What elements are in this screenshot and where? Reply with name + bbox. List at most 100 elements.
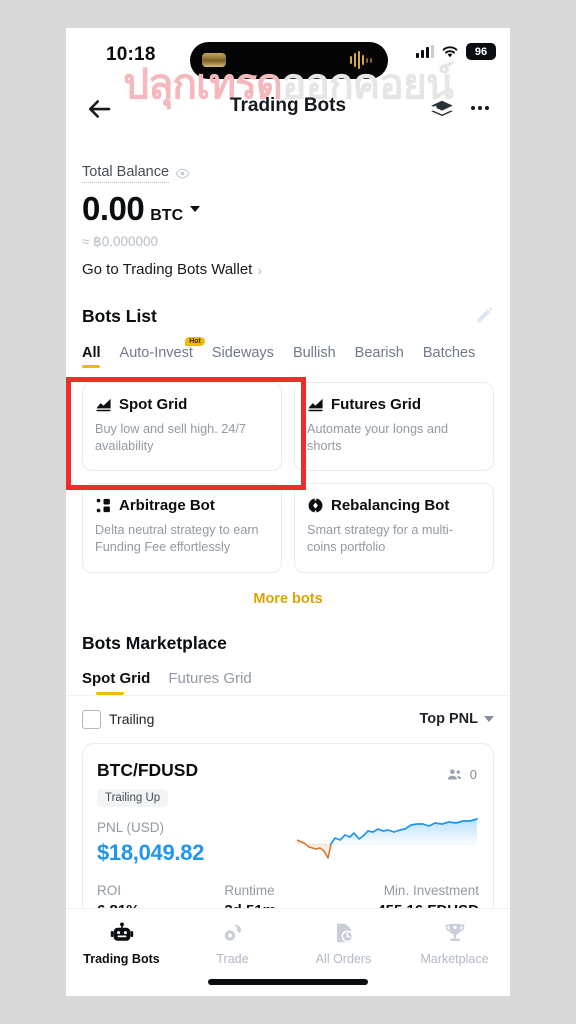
wifi-icon (442, 45, 458, 57)
nav-label: Trade (216, 952, 249, 966)
trailing-filter[interactable]: Trailing (82, 709, 154, 729)
arbitrage-bot-icon (96, 498, 110, 513)
bots-list-title: Bots List (82, 306, 157, 326)
bot-card-head: Spot Grid (95, 396, 269, 413)
bot-card-spot-grid[interactable]: Spot Grid Buy low and sell high. 24/7 av… (82, 382, 282, 472)
island-waveform-icon (350, 51, 372, 69)
more-bots-button[interactable]: More bots (66, 591, 510, 607)
nav-label: All Orders (315, 952, 372, 966)
trade-icon (224, 924, 241, 941)
pnl-sparkline-chart (296, 817, 478, 859)
trophy-icon (445, 924, 464, 941)
bot-card-head: Futures Grid (307, 396, 481, 413)
marketplace-tab-label: Futures Grid (168, 669, 252, 687)
users-icon (447, 768, 461, 780)
bot-tab-label: Auto-Invest (119, 345, 193, 361)
bot-tab-all[interactable]: All (82, 345, 101, 368)
nav-label: Marketplace (420, 952, 489, 966)
bots-list-tabs: All Auto-Invest Hot Sideways Bullish Bea… (82, 337, 494, 368)
bot-card-desc: Delta neutral strategy to earn Funding F… (95, 523, 259, 555)
bot-tab-sideways[interactable]: Sideways (212, 345, 274, 368)
bot-card-title: Rebalancing Bot (331, 497, 450, 515)
cellular-signal-icon (416, 45, 434, 58)
bot-tab-label: Batches (422, 345, 476, 361)
hot-badge: Hot (185, 337, 205, 346)
balance-amount: 0.00 (82, 190, 145, 227)
eye-icon[interactable] (175, 166, 190, 181)
bot-pair: BTC/FDUSD (97, 759, 199, 780)
spot-grid-icon (96, 398, 111, 412)
more-options-icon[interactable] (466, 94, 494, 122)
bots-list-section: Bots List All Auto-Invest Hot Sideways B… (66, 278, 510, 368)
bot-card-title: Arbitrage Bot (119, 497, 215, 515)
wallet-link[interactable]: Go to Trading Bots Wallet › (82, 261, 494, 278)
status-indicators: 96 (416, 43, 496, 60)
nav-item-trade[interactable]: Trade (177, 921, 288, 966)
bots-marketplace-section: Bots Marketplace Spot Grid Futures Grid (66, 607, 510, 695)
bot-card-desc: Smart strategy for a multi-coins portfol… (307, 523, 453, 555)
bot-tab-bullish[interactable]: Bullish (293, 345, 336, 368)
screenshot-root: 10:18 96 ปลุกเทรดออกคอยน์ Trading Bots T… (0, 0, 576, 1024)
dynamic-island (190, 42, 388, 79)
nav-item-trading-bots[interactable]: Trading Bots (66, 921, 177, 966)
marketplace-tab-label: Spot Grid (82, 669, 151, 687)
bot-tab-label: All (82, 345, 101, 361)
bot-tab-auto-invest[interactable]: Auto-Invest Hot (119, 337, 205, 368)
edit-pencil-icon[interactable] (474, 304, 494, 324)
chevron-right-icon: › (257, 261, 263, 278)
bot-card-title: Futures Grid (331, 396, 422, 413)
island-activity-icon (202, 53, 226, 67)
sort-label: Top PNL (419, 711, 478, 728)
nav-label: Trading Bots (83, 952, 160, 966)
home-indicator (208, 979, 368, 985)
bottom-nav-items: Trading Bots Trade All Orders Marketplac… (66, 909, 510, 966)
nav-item-marketplace[interactable]: Marketplace (399, 921, 510, 966)
bot-card-arbitrage-bot[interactable]: Arbitrage Bot Delta neutral strategy to … (82, 483, 282, 573)
bot-card-futures-grid[interactable]: Futures Grid Automate your longs and sho… (294, 382, 494, 472)
bot-card-desc: Buy low and sell high. 24/7 availability (95, 422, 246, 454)
bot-tab-label: Bearish (354, 345, 404, 361)
battery-icon: 96 (466, 43, 496, 60)
rebalancing-bot-icon (308, 497, 323, 515)
status-clock: 10:18 (106, 44, 156, 65)
marketplace-bot-card[interactable]: BTC/FDUSD Trailing Up 0 PNL (USD) $18,04… (82, 742, 494, 934)
status-bar: 10:18 96 (66, 28, 510, 86)
marketplace-title: Bots Marketplace (82, 632, 227, 653)
marketplace-tab-spot-grid[interactable]: Spot Grid (82, 670, 150, 695)
stat-label: ROI (97, 882, 122, 898)
chevron-down-icon (484, 716, 494, 723)
balance-approx: ≈ ฿0.000000 (82, 234, 159, 249)
robot-icon (110, 922, 133, 941)
status-badge: Trailing Up (97, 788, 169, 807)
trailing-checkbox[interactable] (82, 709, 101, 729)
phone-screen: 10:18 96 ปลุกเทรดออกคอยน์ Trading Bots T… (66, 28, 510, 996)
balance-label-row: Total Balance (82, 164, 494, 183)
bot-tab-batches[interactable]: Batches (423, 345, 475, 368)
stat-label: Runtime (224, 882, 275, 898)
wallet-link-label: Go to Trading Bots Wallet (82, 261, 253, 278)
bot-tab-bearish[interactable]: Bearish (355, 345, 404, 368)
stat-label: Min. Investment (383, 882, 479, 898)
chevron-down-icon[interactable] (190, 206, 201, 212)
sort-dropdown[interactable]: Top PNL (419, 711, 494, 727)
bot-card-head: Rebalancing Bot (307, 497, 481, 515)
copiers-count: 0 (469, 766, 477, 782)
bot-card-title: Spot Grid (119, 396, 188, 413)
marketplace-tabs: Spot Grid Futures Grid (82, 670, 494, 695)
bottom-navigation: Trading Bots Trade All Orders Marketplac… (66, 908, 510, 996)
bot-card-desc: Automate your longs and shorts (307, 422, 449, 454)
bot-card-head: Arbitrage Bot (95, 497, 269, 514)
bot-cards-grid: Spot Grid Buy low and sell high. 24/7 av… (66, 368, 510, 573)
nav-item-all-orders[interactable]: All Orders (288, 921, 399, 966)
orders-icon (336, 923, 353, 943)
marketplace-filter-row: Trailing Top PNL (66, 696, 510, 729)
bot-card-rebalancing-bot[interactable]: Rebalancing Bot Smart strategy for a mul… (294, 483, 494, 573)
total-balance-section: Total Balance 0.00 BTC ≈ ฿0.000000 Go to… (66, 132, 510, 278)
bot-tab-label: Bullish (292, 345, 336, 361)
app-header: Trading Bots (66, 86, 510, 132)
balance-currency: BTC (150, 207, 184, 224)
balance-amount-row[interactable]: 0.00 BTC (82, 190, 494, 228)
marketplace-tab-futures-grid[interactable]: Futures Grid (168, 670, 251, 695)
academy-icon[interactable] (428, 94, 456, 122)
balance-label: Total Balance (82, 164, 170, 183)
